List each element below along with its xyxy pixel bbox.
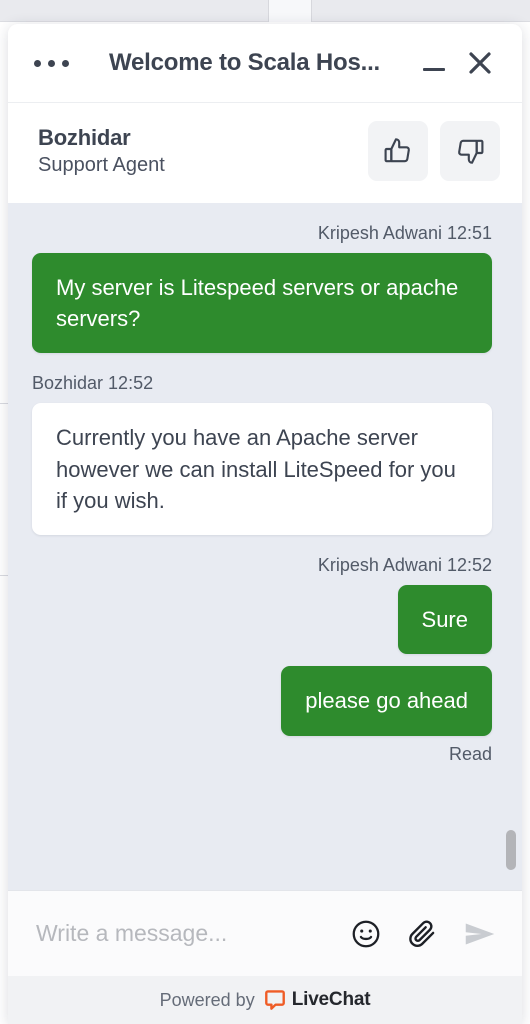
bubble-row: Sure bbox=[32, 585, 492, 655]
composer bbox=[8, 890, 522, 976]
send-button[interactable] bbox=[460, 914, 500, 954]
emoji-icon bbox=[352, 920, 380, 947]
message-bubble[interactable]: Currently you have an Apache server howe… bbox=[32, 403, 492, 536]
bubble-spacer bbox=[32, 654, 492, 666]
scrollbar-thumb[interactable] bbox=[506, 830, 516, 870]
read-receipt: Read bbox=[448, 743, 492, 764]
attach-button[interactable] bbox=[403, 914, 443, 954]
browser-topbar bbox=[0, 0, 530, 22]
livechat-widget: Welcome to Scala Hos... Bozhidar Support… bbox=[8, 24, 522, 1024]
message-meta: Kripesh Adwani 12:51 bbox=[317, 223, 492, 243]
bubble-row: My server is Litespeed servers or apache… bbox=[32, 253, 492, 354]
paperclip-icon bbox=[409, 919, 435, 947]
agent-info: Bozhidar Support Agent bbox=[38, 124, 368, 179]
livechat-brand-name: LiveChat bbox=[291, 989, 371, 1010]
thumbs-up-icon bbox=[384, 138, 410, 163]
message-bubble[interactable]: please go ahead bbox=[281, 666, 492, 736]
emoji-button[interactable] bbox=[346, 914, 386, 954]
send-icon bbox=[465, 923, 495, 944]
message-scrollbar[interactable] bbox=[506, 209, 516, 884]
bubble-row: Currently you have an Apache server howe… bbox=[32, 403, 492, 536]
more-horizontal-icon[interactable] bbox=[28, 50, 75, 77]
powered-by-label: Powered by bbox=[159, 989, 255, 1010]
widget-titlebar: Welcome to Scala Hos... bbox=[8, 24, 522, 102]
minimize-button[interactable] bbox=[414, 43, 454, 83]
message-group: Kripesh Adwani 12:52 Sure please go ahea… bbox=[32, 555, 492, 764]
message-list[interactable]: Kripesh Adwani 12:51 My server is Litesp… bbox=[8, 203, 522, 890]
close-button[interactable] bbox=[460, 43, 500, 83]
minimize-icon bbox=[423, 67, 445, 71]
livechat-logo-icon bbox=[264, 990, 285, 1010]
message-bubble[interactable]: My server is Litespeed servers or apache… bbox=[32, 253, 492, 354]
rating-buttons bbox=[368, 121, 500, 181]
message-input[interactable] bbox=[36, 920, 346, 947]
widget-footer: Powered by LiveChat bbox=[8, 976, 522, 1024]
message-group: Bozhidar 12:52 Currently you have an Apa… bbox=[32, 373, 492, 536]
bubble-row: please go ahead bbox=[32, 666, 492, 736]
thumbs-down-icon bbox=[458, 139, 484, 164]
thumbs-up-button[interactable] bbox=[368, 121, 428, 181]
message-meta: Kripesh Adwani 12:52 bbox=[317, 555, 492, 576]
message-meta: Bozhidar 12:52 bbox=[32, 373, 154, 394]
agent-bar: Bozhidar Support Agent bbox=[8, 102, 522, 203]
agent-name: Bozhidar bbox=[38, 124, 131, 150]
livechat-brand[interactable]: LiveChat bbox=[264, 989, 371, 1011]
message-group: Kripesh Adwani 12:51 My server is Litesp… bbox=[32, 223, 492, 354]
browser-tab bbox=[268, 0, 312, 22]
agent-role: Support Agent bbox=[38, 154, 165, 177]
page-title: Welcome to Scala Hos... bbox=[108, 49, 381, 76]
close-icon bbox=[469, 52, 491, 74]
thumbs-down-button[interactable] bbox=[440, 121, 500, 181]
message-bubble[interactable]: Sure bbox=[397, 585, 492, 655]
composer-icons bbox=[346, 914, 500, 954]
